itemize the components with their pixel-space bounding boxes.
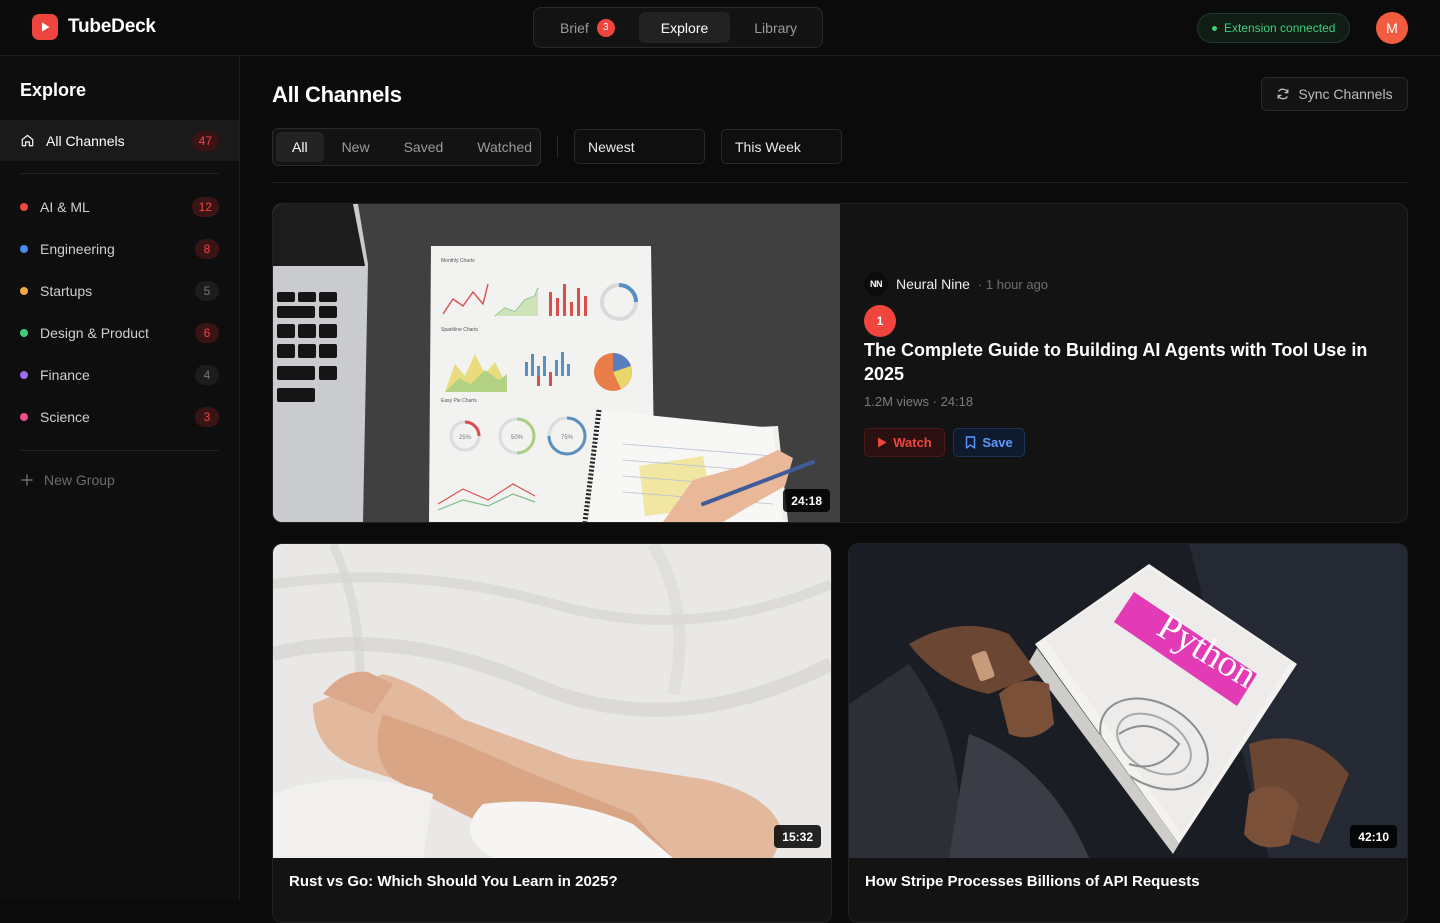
sidebar-item-label: Science	[40, 409, 90, 425]
video-card[interactable]: Python 42:10 How Stripe Processes Billio…	[848, 543, 1408, 923]
sidebar-item-label: Finance	[40, 367, 90, 383]
page-title: All Channels	[272, 82, 402, 107]
thumb-text: 50%	[511, 435, 524, 441]
sidebar-item-label: All Channels	[46, 132, 125, 149]
tab-library-label: Library	[754, 19, 798, 36]
sidebar-item-engineering[interactable]: Engineering 8	[20, 235, 219, 263]
sidebar: Explore All Channels 47 AI & ML 12 Engin…	[0, 56, 240, 900]
featured-video-card[interactable]: Monthly Charts Sparkline Charts Easy Pie…	[272, 203, 1408, 523]
thumb-text: Monthly Charts	[441, 258, 475, 264]
sidebar-item-label: AI & ML	[40, 199, 90, 215]
app-name: TubeDeck	[68, 16, 156, 37]
bookmark-icon	[966, 436, 976, 449]
group-color-dot	[20, 329, 28, 337]
sync-channels-button[interactable]: Sync Channels	[1261, 77, 1408, 111]
content-divider	[272, 182, 1408, 183]
filter-tab-saved[interactable]: Saved	[388, 132, 460, 162]
watch-button[interactable]: Watch	[864, 428, 945, 457]
rank-badge: 1	[864, 305, 896, 337]
thumbnail-image: Monthly Charts Sparkline Charts Easy Pie…	[273, 204, 840, 522]
group-count: 3	[195, 407, 219, 427]
thumb-text: Sparkline Charts	[441, 327, 478, 333]
thumb-text: 25%	[459, 435, 472, 441]
app-logo[interactable]: TubeDeck	[32, 14, 156, 40]
top-bar: TubeDeck Brief 3 Explore Library Extensi…	[0, 0, 1440, 56]
home-icon	[21, 134, 34, 147]
play-logo-icon	[32, 14, 58, 40]
duration-badge: 15:32	[774, 825, 821, 848]
play-icon	[878, 437, 887, 448]
period-select[interactable]: This Week	[721, 129, 842, 164]
sidebar-item-science[interactable]: Science 3	[20, 403, 219, 431]
refresh-icon	[1277, 88, 1289, 100]
tab-explore[interactable]: Explore	[638, 12, 731, 43]
video-meta: 1.2M views · 24:18	[864, 394, 974, 409]
sidebar-item-startups[interactable]: Startups 5	[20, 277, 219, 305]
group-count: 6	[195, 323, 219, 343]
group-count: 5	[195, 281, 219, 301]
filter-tabs: All New Saved Watched	[272, 128, 541, 166]
sidebar-item-label: Engineering	[40, 241, 115, 257]
video-title[interactable]: The Complete Guide to Building AI Agents…	[864, 338, 1374, 386]
sync-channels-label: Sync Channels	[1298, 86, 1393, 102]
sort-select[interactable]: Newest	[574, 129, 705, 164]
channel-name[interactable]: Neural Nine	[896, 276, 970, 292]
filter-separator	[557, 136, 558, 158]
save-label: Save	[982, 435, 1013, 450]
new-group-button[interactable]: New Group	[20, 472, 115, 488]
video-thumbnail[interactable]: 15:32	[273, 544, 831, 858]
filter-tab-watched[interactable]: Watched	[461, 132, 548, 162]
status-dot-icon	[1212, 25, 1217, 31]
channel-logo: NN	[864, 272, 888, 296]
sidebar-item-label: Design & Product	[40, 325, 149, 341]
group-count: 4	[195, 365, 219, 385]
thumbnail-image: Python	[849, 544, 1407, 858]
extension-status-badge: Extension connected	[1197, 13, 1351, 43]
main-content: All Channels Sync Channels All New Saved…	[240, 56, 1440, 923]
filter-tab-all[interactable]: All	[276, 132, 324, 162]
sidebar-item-ai-ml[interactable]: AI & ML 12	[20, 193, 219, 221]
tab-explore-label: Explore	[660, 19, 709, 36]
group-color-dot	[20, 245, 28, 253]
tab-brief-label: Brief	[560, 19, 589, 36]
sidebar-item-design-product[interactable]: Design & Product 6	[20, 319, 219, 347]
filter-tab-new[interactable]: New	[326, 132, 386, 162]
thumbnail-image	[273, 544, 831, 858]
channel-row: NN Neural Nine · 1 hour ago	[864, 272, 1048, 296]
group-count: 12	[191, 197, 219, 217]
group-count: 8	[195, 239, 219, 259]
sidebar-divider	[20, 173, 219, 174]
sidebar-item-all-channels[interactable]: All Channels 47	[0, 120, 239, 161]
new-group-label: New Group	[44, 472, 115, 488]
video-title[interactable]: How Stripe Processes Billions of API Req…	[865, 873, 1200, 890]
duration-badge: 24:18	[783, 489, 830, 512]
video-card[interactable]: 15:32 Rust vs Go: Which Should You Learn…	[272, 543, 832, 923]
sidebar-title: Explore	[20, 80, 87, 100]
video-thumbnail[interactable]: Python 42:10	[849, 544, 1407, 858]
sidebar-divider	[20, 450, 219, 451]
featured-thumbnail[interactable]: Monthly Charts Sparkline Charts Easy Pie…	[273, 204, 840, 522]
thumb-text: 75%	[561, 435, 574, 441]
group-color-dot	[20, 371, 28, 379]
published-time: · 1 hour ago	[977, 276, 1049, 292]
main-nav-tabs: Brief 3 Explore Library	[533, 7, 823, 48]
tab-library[interactable]: Library	[732, 12, 819, 43]
group-color-dot	[20, 287, 28, 295]
extension-status-label: Extension connected	[1224, 21, 1336, 35]
tab-brief[interactable]: Brief 3	[538, 12, 637, 43]
sidebar-item-label: Startups	[40, 283, 93, 299]
save-button[interactable]: Save	[953, 428, 1025, 457]
featured-info: NN Neural Nine · 1 hour ago 1 The Comple…	[864, 204, 1384, 522]
plus-icon	[21, 474, 33, 486]
group-color-dot	[20, 413, 28, 421]
video-title[interactable]: Rust vs Go: Which Should You Learn in 20…	[289, 873, 618, 890]
all-channels-count: 47	[191, 130, 219, 151]
user-avatar[interactable]: M	[1376, 12, 1408, 44]
sidebar-item-finance[interactable]: Finance 4	[20, 361, 219, 389]
group-color-dot	[20, 203, 28, 211]
watch-label: Watch	[893, 435, 932, 450]
duration-badge: 42:10	[1350, 825, 1397, 848]
brief-count-badge: 3	[596, 18, 615, 37]
thumb-text: Easy Pie Charts	[441, 398, 477, 404]
